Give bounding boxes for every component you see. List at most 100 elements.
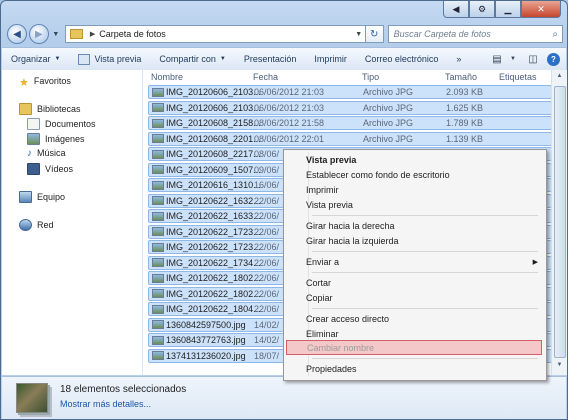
file-date: 08/06/2012 21:58 — [254, 118, 325, 128]
menu-item-create-shortcut[interactable]: Crear acceso directo — [286, 311, 542, 326]
nav-videos[interactable]: Vídeos — [27, 163, 73, 175]
print-button[interactable]: Imprimir — [305, 54, 356, 64]
file-type: Archivo JPG — [363, 102, 414, 113]
close-button[interactable]: ✕ — [521, 1, 561, 18]
menu-separator — [312, 358, 538, 359]
submenu-arrow-icon: ▶ — [532, 258, 538, 266]
file-date: 09/06/ — [254, 164, 280, 175]
jpg-file-icon — [152, 180, 164, 190]
chevron-down-icon: ▼ — [54, 56, 61, 62]
file-row[interactable]: IMG_20120608_2158... 08/06/2012 21:58 Arch… — [148, 116, 552, 130]
file-name: IMG_20120606_2103... — [166, 102, 261, 113]
jpg-file-icon — [152, 87, 164, 97]
menu-label: Cortar — [306, 277, 332, 288]
nav-images[interactable]: Imágenes — [27, 133, 85, 145]
column-size[interactable]: Tamaño — [445, 72, 477, 82]
column-tags[interactable]: Etiquetas — [499, 72, 537, 82]
menu-item-rename[interactable]: Cambiar nombre — [286, 340, 542, 355]
minimize-button[interactable]: ▁ — [495, 1, 521, 18]
file-date: 08/06/2012 22:01 — [254, 133, 325, 144]
file-row[interactable]: IMG_20120606_2103... 06/06/2012 21:03 Arch… — [148, 85, 552, 99]
column-type[interactable]: Tipo — [362, 72, 379, 82]
file-name: IMG_20120622_1734... — [166, 257, 261, 268]
menu-item-send-to[interactable]: Enviar a ▶ — [286, 254, 542, 269]
scrollbar-thumb[interactable] — [554, 86, 566, 358]
breadcrumb-arrow-icon[interactable]: ▶ — [90, 30, 95, 38]
show-more-details-link[interactable]: Mostrar más detalles... — [60, 399, 151, 409]
preview-label: Vista previa — [94, 54, 142, 64]
menu-item-copy[interactable]: Copiar — [286, 290, 542, 305]
menu-item-print[interactable]: Imprimir — [286, 182, 542, 197]
search-input[interactable]: Buscar Carpeta de fotos ⌕ — [387, 25, 564, 43]
menu-item-properties[interactable]: Propiedades — [286, 361, 542, 376]
selection-thumbnail — [16, 383, 48, 413]
menu-item-rotate-left[interactable]: Girar hacia la izquierda — [286, 233, 542, 248]
menu-item-rotate-right[interactable]: Girar hacia la derecha — [286, 218, 542, 233]
jpg-file-icon — [152, 134, 164, 143]
file-date: 22/06/ — [254, 304, 280, 314]
column-name[interactable]: Nombre — [151, 72, 183, 82]
previous-icon[interactable]: ◀ — [443, 1, 469, 18]
file-row[interactable]: IMG_20120608_2201... 08/06/2012 22:01 Arch… — [148, 131, 552, 146]
nav-music-label: Música — [37, 148, 66, 158]
preview-pane-icon[interactable]: ◫ — [525, 51, 541, 67]
recent-pages-chevron-icon[interactable]: ▼ — [51, 31, 61, 38]
nav-libraries[interactable]: Bibliotecas — [19, 103, 81, 115]
menu-item-preview[interactable]: Vista previa — [286, 197, 542, 212]
file-date: 22/06/ — [254, 288, 280, 299]
file-date: 22/06/ — [254, 242, 280, 252]
nav-computer[interactable]: Equipo — [19, 191, 65, 203]
chevron-down-icon: ▼ — [219, 56, 226, 62]
file-name: IMG_20120608_2158... — [166, 118, 261, 128]
more-commands-button[interactable]: » — [447, 54, 470, 64]
nav-music[interactable]: ♪ Música — [27, 148, 66, 159]
view-options-icon[interactable]: ▤ — [489, 51, 505, 67]
print-label: Imprimir — [314, 54, 347, 64]
scroll-down-arrow-icon[interactable]: ▼ — [552, 362, 567, 368]
scroll-up-arrow-icon[interactable]: ▲ — [552, 73, 567, 79]
library-icon — [19, 103, 32, 115]
organize-button[interactable]: Organizar ▼ — [2, 54, 69, 64]
breadcrumb-current[interactable]: Carpeta de fotos — [99, 29, 166, 39]
search-icon: ⌕ — [552, 28, 559, 40]
file-name: IMG_20120609_1507... — [166, 164, 261, 175]
menu-item-delete[interactable]: Eliminar — [286, 326, 542, 341]
chevron-down-icon[interactable]: ▼ — [505, 51, 521, 67]
navigation-pane: ★ Favoritos Bibliotecas Documentos Imágen… — [2, 70, 143, 375]
preview-button[interactable]: Vista previa — [69, 53, 150, 65]
gear-icon[interactable]: ⚙ — [469, 1, 495, 18]
file-name: IMG_20120622_1802... — [166, 273, 261, 283]
file-date: 06/06/2012 21:03 — [254, 102, 325, 113]
nav-computer-label: Equipo — [37, 192, 66, 202]
share-button[interactable]: Compartir con ▼ — [150, 54, 234, 64]
menu-separator — [312, 251, 538, 252]
refresh-button[interactable]: ↻ — [365, 25, 384, 43]
back-button[interactable]: ◀ — [7, 24, 27, 44]
forward-button[interactable]: ▶ — [28, 24, 49, 44]
jpg-file-icon — [152, 227, 164, 236]
slideshow-button[interactable]: Presentación — [235, 54, 306, 64]
menu-item-preview-default[interactable]: Vista previa — [286, 152, 542, 167]
share-label: Compartir con — [159, 54, 216, 64]
address-dropdown-icon[interactable]: ▼ — [353, 31, 365, 38]
menu-label: Copiar — [306, 292, 333, 303]
menu-label: Establecer como fondo de escritorio — [306, 169, 450, 180]
column-date[interactable]: Fecha — [253, 72, 278, 82]
file-row[interactable]: IMG_20120606_2103... 06/06/2012 21:03 Arch… — [148, 100, 552, 115]
network-icon — [19, 219, 32, 231]
file-name: IMG_20120622_1633... — [166, 211, 261, 221]
nav-documents[interactable]: Documentos — [27, 118, 96, 130]
menu-item-set-wallpaper[interactable]: Establecer como fondo de escritorio — [286, 167, 542, 182]
jpg-file-icon — [152, 149, 164, 159]
email-button[interactable]: Correo electrónico — [356, 54, 448, 64]
jpg-file-icon — [152, 165, 164, 174]
nav-network[interactable]: Red — [19, 219, 54, 231]
file-date: 22/06/ — [254, 257, 280, 268]
jpg-file-icon — [152, 304, 164, 314]
jpg-file-icon — [152, 320, 164, 329]
nav-favorites[interactable]: ★ Favoritos — [19, 76, 71, 89]
vertical-scrollbar[interactable]: ▲ ▼ — [551, 70, 567, 375]
menu-item-cut[interactable]: Cortar — [286, 275, 542, 290]
address-bar[interactable]: ▶ Carpeta de fotos ▼ — [64, 25, 366, 43]
help-icon[interactable]: ? — [547, 52, 560, 66]
